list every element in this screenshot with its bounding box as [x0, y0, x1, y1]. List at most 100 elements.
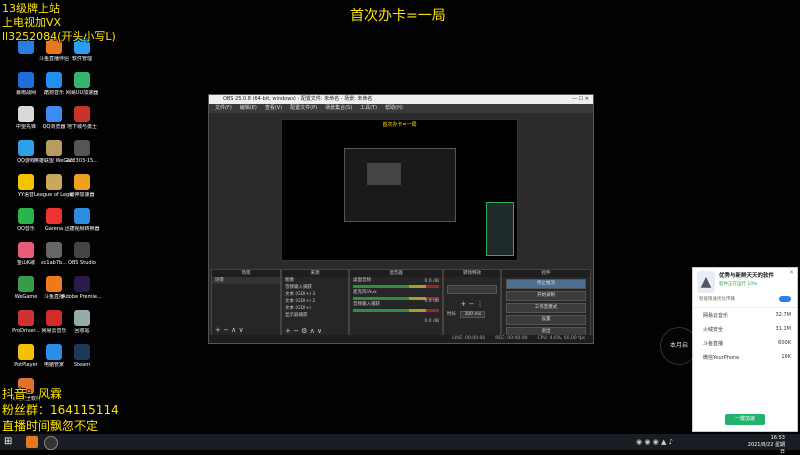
desktop-icon[interactable]: 222303-15...: [62, 140, 102, 164]
obs-taskbar-icon[interactable]: [44, 436, 58, 450]
start-recording-button[interactable]: 开始录制: [506, 291, 586, 301]
desktop-icon[interactable]: Steam: [62, 344, 102, 368]
stop-streaming-button[interactable]: 停止推流: [506, 279, 586, 289]
cpu-fps: CPU: 4.6%, 60.00 fps: [537, 336, 586, 341]
desktop-icon-label: Steam: [73, 362, 91, 368]
source-item[interactable]: 文本 (GDI+) 2: [282, 298, 348, 305]
source-item[interactable]: 显示器捕获: [282, 312, 348, 319]
obs-window[interactable]: OBS 25.0.8 (64-bit, windows) - 配置文件: 未命名…: [208, 94, 594, 344]
volume-meter[interactable]: [353, 285, 439, 288]
app-name: 网易云音乐: [703, 313, 729, 319]
speed-toggle[interactable]: [779, 296, 791, 302]
rocket-icon: ▲: [697, 271, 715, 293]
mixer-level: 0.0 dB: [424, 319, 439, 324]
desktop-icon[interactable]: 雷神加速器: [62, 174, 102, 198]
sources-toolbar[interactable]: + − ⚙ ∧ ∨: [285, 327, 322, 335]
desktop-icon[interactable]: 回收站: [62, 310, 102, 334]
overlay-line: 抖音：风霖: [2, 387, 63, 401]
popup-title: 优秀与新鲜天天的软件: [719, 273, 775, 279]
app-icon: [46, 72, 62, 88]
menu-file[interactable]: 文件(F): [215, 104, 232, 113]
sources-dock-title: 来源: [282, 270, 348, 277]
source-item[interactable]: 文本 (GDI+) 3: [282, 291, 348, 298]
douyu-taskbar-icon[interactable]: [26, 436, 38, 448]
volume-meter[interactable]: [353, 309, 439, 312]
duration-input[interactable]: 300 ms: [460, 311, 486, 318]
menu-edit[interactable]: 编辑(E): [240, 104, 257, 113]
settings-button[interactable]: 设置: [506, 315, 586, 325]
obs-menu-bar: 文件(F) 编辑(E) 查看(V) 配置文件(P) 场景集合(S) 工具(T) …: [209, 104, 593, 113]
app-icon: [74, 174, 90, 190]
source-item[interactable]: 音频输入捕获: [282, 284, 348, 291]
obs-title-bar[interactable]: OBS 25.0.8 (64-bit, windows) - 配置文件: 未命名…: [209, 95, 593, 104]
menu-scene-collection[interactable]: 场景集合(S): [325, 104, 352, 113]
taskbar: ⊞ ◉ ◉ ◉ ▲ ♪ 16:53 2021/8/22 星期日: [0, 434, 800, 455]
nested-preview: [344, 148, 456, 222]
desktop-icon-label: 回收站: [74, 328, 90, 334]
app-icon: [74, 208, 90, 224]
popup-subtitle: 软件正在运行 10%: [719, 282, 758, 287]
desktop-icon[interactable]: 网易UU加速器: [62, 72, 102, 96]
menu-help[interactable]: 帮助(H): [385, 104, 403, 113]
desktop-icon[interactable]: 地下城与勇士: [62, 106, 102, 130]
overlay-line: ll3252084(开头小写L): [2, 30, 116, 43]
windows-start-icon[interactable]: ⊞: [4, 436, 16, 448]
nested-popup-thumb: [486, 202, 514, 256]
tray-icons[interactable]: ◉ ◉ ◉ ▲ ♪: [636, 438, 673, 446]
menu-tools[interactable]: 工具(T): [360, 104, 377, 113]
app-icon: [18, 140, 34, 156]
app-icon: [46, 140, 62, 156]
close-icon[interactable]: ✕: [789, 269, 794, 276]
app-icon: [18, 310, 34, 326]
studio-mode-button[interactable]: 工作室模式: [506, 303, 586, 313]
popup-app-list: 网易云音乐 32.7M 火绒安全 31.1M 斗鱼直播 600K 微信YourP…: [693, 307, 797, 364]
scenes-dock-title: 场景: [212, 270, 280, 277]
controls-dock-title: 控件: [502, 270, 590, 277]
menu-view[interactable]: 查看(V): [265, 104, 282, 113]
app-item[interactable]: 火绒安全 31.1M: [693, 322, 797, 336]
desktop-icon[interactable]: 迅捷视频转换器: [62, 208, 102, 232]
desktop-icon-label: 软件管理: [71, 56, 92, 62]
desktop-icon-label: 雷神加速器: [69, 192, 95, 198]
transition-toolbar[interactable]: + − ⋮: [444, 300, 500, 308]
app-icon: [74, 242, 90, 258]
app-value: 16K: [781, 354, 791, 360]
app-icon: [46, 344, 62, 360]
mixer-channel-name: 麦克风/Aux: [353, 290, 377, 295]
app-value: 32.7M: [775, 312, 791, 318]
app-item[interactable]: 网易云音乐 32.7M: [693, 308, 797, 322]
desktop-icon-label: OBS Studio: [68, 260, 96, 266]
controls-dock: 控件 停止推流 开始录制 工作室模式 设置 退出: [501, 269, 591, 337]
app-icon: [46, 174, 62, 190]
mixer-dock-title: 混音器: [350, 270, 442, 277]
app-icon: [74, 106, 90, 122]
app-icon: [18, 72, 34, 88]
transitions-dock: 转场特效 + − ⋮ 时长 300 ms: [443, 269, 501, 337]
app-icon: [46, 276, 62, 292]
source-item[interactable]: 文本 (GDI+): [282, 305, 348, 312]
desktop-icon-label: 地下城与勇士: [66, 124, 97, 130]
desktop-icon[interactable]: Adobe Premie...: [62, 276, 102, 300]
app-icon: [18, 174, 34, 190]
scenes-toolbar[interactable]: + − ∧ ∨: [215, 326, 244, 334]
app-item[interactable]: 微信YourPhone 16K: [693, 350, 797, 364]
app-icon: [46, 106, 62, 122]
mixer-dock: 混音器 桌面音频 麦克风/Aux 音频输入捕获 0.0 dB 0.0 dB 0.…: [349, 269, 443, 337]
toggle-label: 智能限速优化传输: [699, 297, 735, 302]
obs-preview[interactable]: 首次办卡=一局: [281, 119, 518, 261]
window-controls[interactable]: — ☐ ✕: [572, 95, 589, 104]
accelerate-button[interactable]: 一键加速: [725, 414, 765, 425]
menu-profile[interactable]: 配置文件(P): [290, 104, 317, 113]
scenes-dock: 场景 场景 + − ∧ ∨: [211, 269, 281, 337]
tray-clock[interactable]: 16:53 2021/8/22 星期日: [745, 435, 785, 455]
source-item[interactable]: 图像: [282, 277, 348, 284]
app-item[interactable]: 斗鱼直播 600K: [693, 336, 797, 350]
app-icon: [46, 310, 62, 326]
transition-duration: 时长 300 ms: [444, 311, 500, 318]
desktop-icon[interactable]: OBS Studio: [62, 242, 102, 266]
scene-item[interactable]: 场景: [212, 277, 280, 284]
obs-status-bar: LIVE: 00:00:00 REC: 00:00:00 CPU: 4.6%, …: [209, 335, 593, 343]
app-icon: [74, 140, 90, 156]
app-icon: [46, 242, 62, 258]
transition-select[interactable]: [447, 285, 497, 294]
